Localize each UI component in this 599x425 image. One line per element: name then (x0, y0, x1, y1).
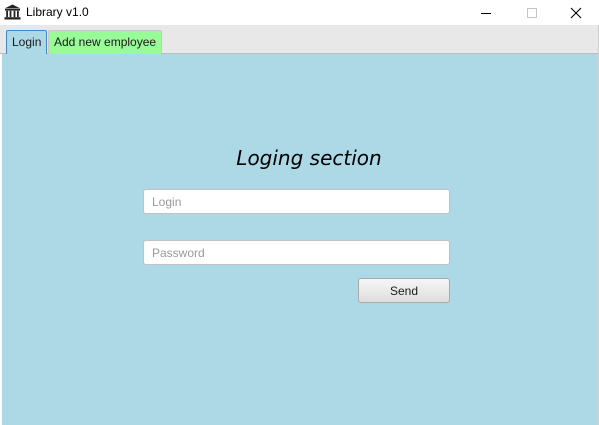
send-button[interactable]: Send (358, 278, 450, 303)
app-window: Library v1.0 Login Add new employee Logi… (0, 0, 599, 425)
title-bar[interactable]: Library v1.0 (0, 0, 599, 25)
page-title: Loging section (236, 146, 382, 170)
tab-add-new-employee-label: Add new employee (54, 35, 157, 49)
login-input[interactable] (143, 189, 450, 214)
close-icon (570, 7, 582, 18)
tab-bar: Login Add new employee (0, 25, 599, 54)
tab-login[interactable]: Login (6, 30, 47, 54)
window-title: Library v1.0 (26, 5, 89, 19)
password-input[interactable] (143, 240, 450, 265)
maximize-icon (527, 7, 537, 18)
minimize-button[interactable] (463, 0, 509, 25)
tab-add-new-employee[interactable]: Add new employee (48, 30, 162, 54)
close-button[interactable] (553, 0, 599, 25)
minimize-icon (481, 12, 491, 14)
tab-login-label: Login (12, 35, 42, 49)
maximize-button[interactable] (509, 0, 555, 25)
login-panel: Loging section Send (2, 54, 598, 425)
library-building-icon (4, 4, 21, 20)
